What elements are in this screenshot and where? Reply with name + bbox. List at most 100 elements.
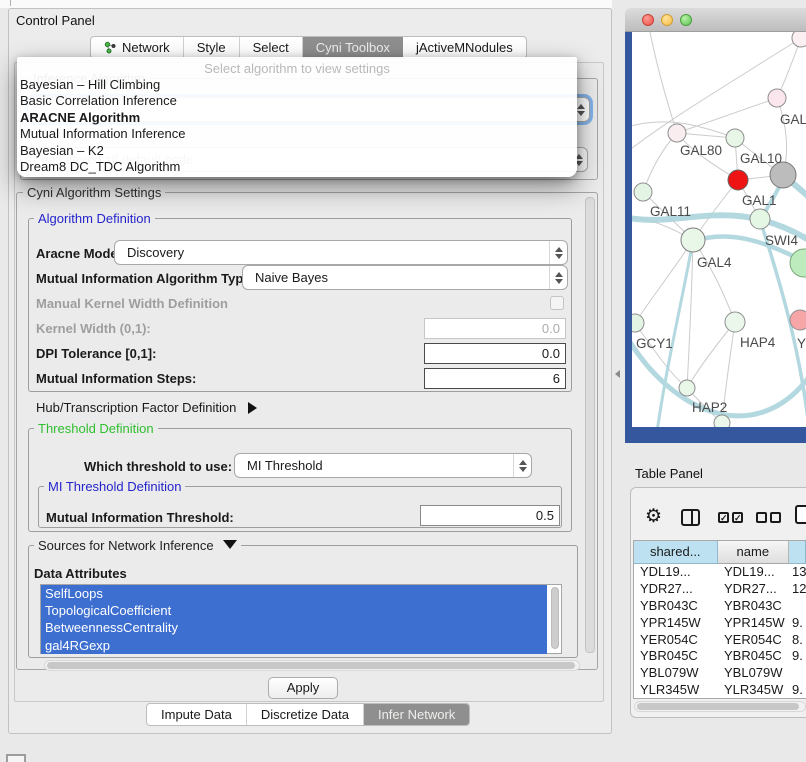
table-row[interactable]: YPR145WYPR145W9. <box>634 615 806 632</box>
algorithm-option[interactable]: Basic Correlation Inference <box>17 93 577 109</box>
tab-network-label: Network <box>122 40 170 55</box>
columns-icon[interactable] <box>681 509 700 526</box>
cyni-algorithm-settings-title: Cyni Algorithm Settings <box>23 185 165 200</box>
tab-select[interactable]: Select <box>240 37 303 58</box>
deselect-all-checkbox-icon[interactable] <box>756 512 767 523</box>
node-label: HAP4 <box>740 335 776 350</box>
list-item[interactable]: gal4RGexp <box>41 637 547 654</box>
algorithm-option[interactable]: Dream8 DC_TDC Algorithm <box>17 159 577 175</box>
tab-infer-network[interactable]: Infer Network <box>364 704 469 725</box>
aracne-mode-label: Aracne Mode: <box>36 246 122 261</box>
column-header-name[interactable]: name <box>718 541 790 564</box>
which-threshold-combo[interactable]: MI Threshold <box>234 453 532 478</box>
tab-cyni-toolbox[interactable]: Cyni Toolbox <box>303 37 403 58</box>
algorithm-option[interactable]: Bayesian – K2 <box>17 143 577 159</box>
network-window-frame <box>625 32 632 443</box>
gear-icon[interactable]: ⚙ <box>645 505 662 528</box>
algorithm-option[interactable]: Bayesian – Hill Climbing <box>17 77 577 93</box>
node-hap4[interactable] <box>725 312 745 332</box>
list-item[interactable]: BetweennessCentrality <box>41 619 547 636</box>
mi-algorithm-type-combo[interactable]: Naive Bayes <box>242 265 568 290</box>
collapse-arrow-icon <box>223 540 237 549</box>
hub-definition-label: Hub/Transcription Factor Definition <box>36 400 236 415</box>
node-swi4[interactable] <box>750 209 770 229</box>
deselect-all-checkbox-icon[interactable] <box>770 512 781 523</box>
node-label: GAL <box>780 112 806 127</box>
tab-style[interactable]: Style <box>184 37 240 58</box>
network-window-titlebar[interactable] <box>625 8 806 32</box>
network-nodes[interactable] <box>632 32 806 427</box>
mi-steps-field[interactable]: 6 <box>424 368 566 389</box>
node-label: GAL4 <box>697 255 732 270</box>
select-all-checkbox-icon[interactable]: ✓ <box>732 512 743 523</box>
aracne-mode-combo[interactable]: Discovery <box>114 240 568 265</box>
data-attributes-label: Data Attributes <box>34 566 127 581</box>
table-row[interactable]: YDR27...YDR27...12 <box>634 581 806 598</box>
table-row[interactable]: YBR045CYBR045C9. <box>634 648 806 665</box>
node[interactable] <box>792 32 806 47</box>
node-gal4[interactable] <box>681 228 705 252</box>
combo-stepper-icon <box>513 454 531 477</box>
bottom-tabbar: Impute Data Discretize Data Infer Networ… <box>146 703 470 726</box>
node-gal80[interactable] <box>668 124 686 142</box>
node-gal1-selected[interactable] <box>728 170 748 190</box>
settings-vertical-scrollbar[interactable] <box>585 197 595 653</box>
list-item[interactable]: TopologicalCoefficient <box>41 602 547 619</box>
node-label: GAL1 <box>742 193 777 208</box>
node-gal11[interactable] <box>634 183 652 201</box>
tab-impute-data[interactable]: Impute Data <box>147 704 247 725</box>
column-header-shared-name[interactable]: shared... <box>634 541 718 564</box>
zoom-traffic-light-icon[interactable] <box>680 14 692 26</box>
apply-button[interactable]: Apply <box>268 677 338 699</box>
manual-kernel-width-label: Manual Kernel Width Definition <box>36 296 228 311</box>
tab-jactivemnodules-label: jActiveMNodules <box>416 40 513 55</box>
tab-cyni-toolbox-label: Cyni Toolbox <box>316 40 390 55</box>
dpi-tolerance-field[interactable]: 0.0 <box>424 343 566 364</box>
splitter-collapse-icon[interactable] <box>615 370 620 378</box>
mi-algorithm-type-label: Mutual Information Algorithm Type: <box>36 271 255 286</box>
table-row[interactable]: YLR345WYLR345W9. <box>634 682 806 699</box>
sources-horizontal-scrollbar[interactable] <box>44 660 580 671</box>
column-header-partial[interactable] <box>789 541 806 564</box>
algorithm-definition-title: Algorithm Definition <box>34 211 155 226</box>
clipped-corner-icon[interactable] <box>6 754 26 762</box>
table-row[interactable]: YBR043CYBR043C <box>634 598 806 615</box>
tab-network[interactable]: Network <box>91 37 184 58</box>
control-panel-tabbar: Network Style Select Cyni Toolbox jActiv… <box>90 36 527 59</box>
network-icon <box>104 41 117 54</box>
minimize-traffic-light-icon[interactable] <box>661 14 673 26</box>
combo-stepper-icon <box>549 266 567 289</box>
table-horizontal-scrollbar[interactable] <box>634 701 806 712</box>
hub-definition-expander[interactable]: Hub/Transcription Factor Definition <box>36 400 257 415</box>
node-label: HAP2 <box>692 400 727 415</box>
node[interactable] <box>768 89 786 107</box>
table-row[interactable]: YBL079WYBL079W <box>634 665 806 682</box>
select-all-checkbox-icon[interactable]: ✓ <box>718 512 729 523</box>
mi-algorithm-type-value: Naive Bayes <box>243 270 549 285</box>
table-row[interactable]: YER054CYER054C8. <box>634 632 806 649</box>
mi-threshold-field[interactable]: 0.5 <box>420 505 560 526</box>
node-pink[interactable] <box>790 310 806 330</box>
close-traffic-light-icon[interactable] <box>642 14 654 26</box>
tab-jactivemnodules[interactable]: jActiveMNodules <box>403 37 526 58</box>
list-item[interactable]: SelfLoops <box>41 585 547 602</box>
node[interactable] <box>714 415 730 427</box>
node-label: Y <box>797 336 806 351</box>
top-strip-tick <box>10 0 11 6</box>
node-gal10[interactable] <box>726 129 744 147</box>
manual-kernel-width-checkbox[interactable] <box>550 296 564 310</box>
algorithm-option-selected[interactable]: ARACNE Algorithm <box>17 110 577 126</box>
node-hap2[interactable] <box>679 380 695 396</box>
sources-title-label: Sources for Network Inference <box>38 538 214 553</box>
kernel-width-field[interactable]: 0.0 <box>424 318 566 339</box>
algorithm-option[interactable]: Mutual Information Inference <box>17 126 577 142</box>
node-gcy1[interactable] <box>632 314 644 332</box>
sources-group-title[interactable]: Sources for Network Inference <box>34 538 241 553</box>
node[interactable] <box>790 249 806 277</box>
new-table-icon[interactable] <box>795 505 806 524</box>
list-vertical-scrollbar[interactable] <box>551 587 559 649</box>
tab-discretize-data[interactable]: Discretize Data <box>247 704 364 725</box>
node-label: GAL10 <box>740 151 782 166</box>
network-canvas[interactable]: GAL GAL80 GAL10 GAL1 GAL11 SWI4 GAL4 GCY… <box>632 32 806 427</box>
table-row[interactable]: YDL19...YDL19...13 <box>634 564 806 581</box>
